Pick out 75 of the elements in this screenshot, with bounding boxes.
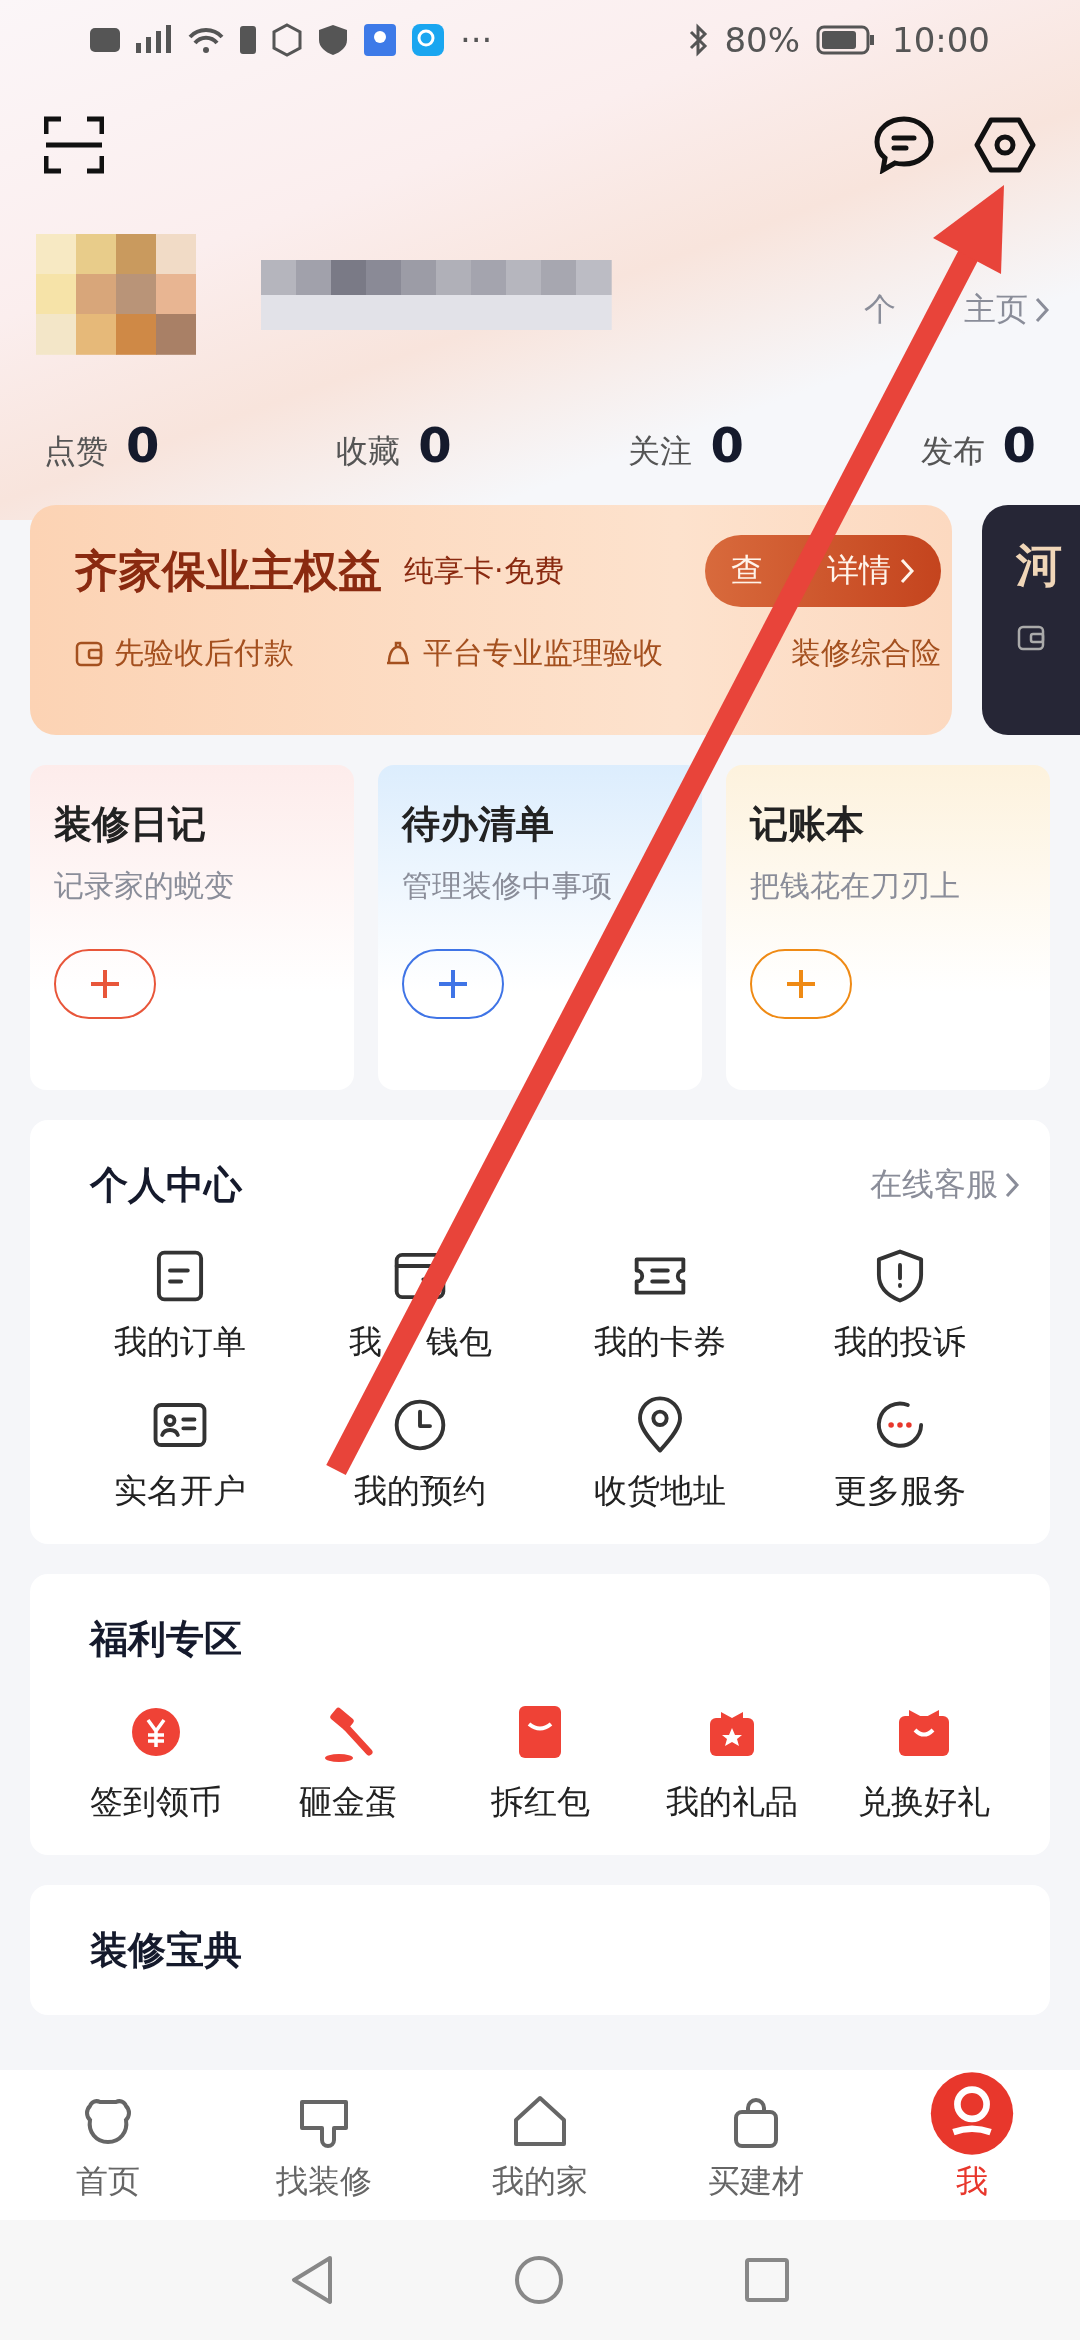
service-item[interactable]: 我的投诉: [780, 1246, 1020, 1365]
plus-icon: [785, 968, 817, 1000]
bluetooth-icon: [688, 23, 709, 57]
stat-label: 点赞: [44, 430, 108, 472]
tool-title: 装修日记: [54, 801, 207, 848]
side-promo-card[interactable]: 河: [982, 505, 1080, 735]
search-app-icon: [412, 24, 444, 56]
welfare-item[interactable]: 签到领币: [60, 1700, 252, 1825]
stat-label: 发布: [920, 430, 985, 472]
chevron-icon: [899, 557, 915, 585]
chevron-icon: [1004, 1171, 1020, 1199]
service-item[interactable]: 我 钱包: [300, 1246, 540, 1365]
signal-icon: [136, 25, 172, 55]
wallet-icon: [1016, 623, 1046, 653]
promo-title: 河: [1016, 537, 1063, 594]
welfare-item[interactable]: 我的礼品: [636, 1700, 828, 1825]
tool-subtitle: 把钱花在刀刃上: [750, 867, 961, 905]
service-item[interactable]: 实名开户: [60, 1395, 300, 1514]
service-item[interactable]: 我的订单: [60, 1246, 300, 1365]
banner-title: 齐家保业主权益: [74, 543, 382, 598]
stat-value: 0: [710, 416, 744, 473]
wifi-icon: [188, 25, 224, 55]
add-button[interactable]: [402, 949, 504, 1019]
hexagon-icon: [272, 23, 302, 57]
add-button[interactable]: [54, 949, 156, 1019]
welfare-item[interactable]: 砸金蛋: [252, 1700, 444, 1825]
tool-subtitle: 记录家的蜕变: [54, 867, 235, 905]
nav-tab[interactable]: 首页: [0, 2070, 216, 2220]
details-button[interactable]: 查 详情: [705, 535, 941, 607]
nav-tab[interactable]: 买建材: [648, 2070, 864, 2220]
tool-card[interactable]: 待办清单 管理装修中事项: [378, 765, 702, 1090]
feature-label: 平台专业监理验收: [422, 634, 663, 672]
nav-tab[interactable]: 我的家: [432, 2070, 648, 2220]
tool-title: 待办清单: [402, 801, 555, 848]
section-title: 福利专区: [90, 1615, 242, 1663]
recents-icon[interactable]: [744, 2257, 790, 2303]
welfare-item[interactable]: 拆红包: [444, 1700, 636, 1825]
stat-label: 收藏: [336, 430, 401, 472]
nav-tab[interactable]: 找装修: [216, 2070, 432, 2220]
settings-icon[interactable]: [974, 117, 1036, 173]
tool-subtitle: 管理装修中事项: [402, 867, 613, 905]
chevron-icon: [1034, 296, 1050, 324]
stat-value: 0: [1002, 416, 1036, 473]
banner-subtitle: 纯享卡·免费: [404, 551, 564, 590]
membership-banner[interactable]: 齐家保业主权益 纯享卡·免费 查 详情 先验收后付款 平台专业监理验收 装修综合险: [30, 505, 952, 735]
hd-icon: [90, 27, 120, 53]
stat-value: 0: [126, 416, 160, 473]
back-icon[interactable]: [290, 2255, 334, 2305]
plus-icon: [437, 968, 469, 1000]
stat-label: 关注: [628, 430, 693, 472]
section-title: 装修宝典: [90, 1926, 242, 1974]
plus-icon: [89, 968, 121, 1000]
stat-value: 0: [418, 416, 452, 473]
message-icon[interactable]: [874, 116, 934, 174]
section-title: 个人中心: [90, 1161, 242, 1209]
service-item[interactable]: 更多服务: [780, 1395, 1020, 1514]
scan-icon[interactable]: [44, 116, 104, 174]
shield-icon: [318, 24, 348, 56]
add-button[interactable]: [750, 949, 852, 1019]
tool-card[interactable]: 装修日记 记录家的蜕变: [30, 765, 354, 1090]
more-indicator: ···: [460, 20, 493, 60]
app-icon: [364, 24, 396, 56]
tool-title: 记账本: [750, 801, 865, 848]
service-item[interactable]: 我的卡券: [540, 1246, 780, 1365]
clock-time: 10:00: [892, 20, 990, 60]
tool-card[interactable]: 记账本 把钱花在刀刃上: [726, 765, 1050, 1090]
service-item[interactable]: 我的预约: [300, 1395, 540, 1514]
feature-label: 装修综合险: [791, 634, 941, 672]
feature-label: 先验收后付款: [114, 634, 294, 672]
home-button-icon[interactable]: [514, 2255, 564, 2305]
battery-percent: 80%: [724, 20, 800, 60]
nav-tab[interactable]: 我: [864, 2070, 1080, 2220]
service-item[interactable]: 收货地址: [540, 1395, 780, 1514]
welfare-item[interactable]: 兑换好礼: [828, 1700, 1020, 1825]
battery-icon: [816, 25, 876, 55]
